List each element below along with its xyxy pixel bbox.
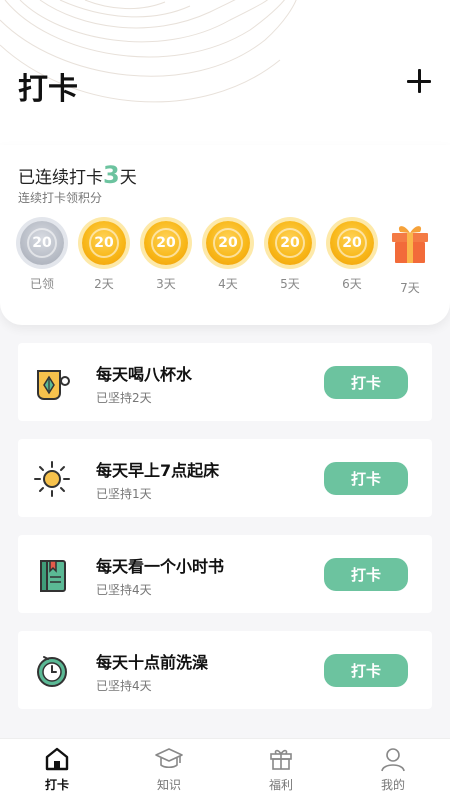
checkin-button[interactable]: 打卡 xyxy=(324,654,408,687)
task-streak: 已坚持4天 xyxy=(96,679,152,693)
coin-value: 20 xyxy=(218,235,238,251)
task-title: 每天十点前洗澡 xyxy=(96,653,209,672)
reward-day-7[interactable]: 7天 xyxy=(384,221,436,297)
checkin-button[interactable]: 打卡 xyxy=(324,462,408,495)
task-card: 每天看一个小时书 已坚持4天 打卡 xyxy=(18,535,432,613)
reward-label: 3天 xyxy=(156,277,176,291)
bottom-nav: 打卡 知识 福利 我的 xyxy=(0,738,450,800)
reward-day-4[interactable]: 20 4天 xyxy=(202,221,254,297)
reward-label: 已领 xyxy=(29,277,54,291)
task-streak: 已坚持1天 xyxy=(96,487,152,501)
task-title: 每天早上7点起床 xyxy=(96,461,220,480)
nav-label: 知识 xyxy=(156,778,181,792)
nav-item-knowledge[interactable]: 知识 xyxy=(139,745,199,799)
task-streak: 已坚持2天 xyxy=(96,391,152,405)
coin-value: 20 xyxy=(342,235,362,251)
streak-suffix: 天 xyxy=(119,168,137,188)
user-icon xyxy=(381,748,405,772)
coin-icon: 20 xyxy=(144,221,188,265)
streak-days: 3 xyxy=(103,161,120,189)
streak-prefix: 已连续打卡 xyxy=(18,168,103,188)
nav-item-profile[interactable]: 我的 xyxy=(363,745,423,799)
reward-label: 4天 xyxy=(218,277,238,291)
task-streak: 已坚持4天 xyxy=(96,583,152,597)
streak-subtitle: 连续打卡领积分 xyxy=(18,191,103,205)
reward-day-6[interactable]: 20 6天 xyxy=(326,221,378,297)
task-title: 每天喝八杯水 xyxy=(96,365,193,384)
checkin-button[interactable]: 打卡 xyxy=(324,558,408,591)
reward-day-3[interactable]: 20 3天 xyxy=(140,221,192,297)
nav-item-welfare[interactable]: 福利 xyxy=(251,745,311,799)
reward-label: 6天 xyxy=(342,277,362,291)
gift-icon xyxy=(392,226,428,263)
coin-icon: 20 xyxy=(82,221,126,265)
coin-icon: 20 xyxy=(330,221,374,265)
book-icon xyxy=(40,560,66,592)
task-card: 每天喝八杯水 已坚持2天 打卡 xyxy=(18,343,432,421)
nav-label: 我的 xyxy=(380,778,405,792)
coin-icon: 20 xyxy=(206,221,250,265)
clock-icon xyxy=(37,656,67,687)
nav-label: 打卡 xyxy=(44,778,69,792)
coin-value: 20 xyxy=(280,235,300,251)
streak-card: 已连续打卡3天 连续打卡领积分 20 已领 20 2天 20 3天 20 4天 … xyxy=(0,145,450,325)
coin-value: 20 xyxy=(156,235,176,251)
task-title: 每天看一个小时书 xyxy=(96,557,225,576)
cup-icon xyxy=(37,370,70,400)
streak-summary: 已连续打卡3天 xyxy=(18,161,137,189)
coin-icon: 20 xyxy=(268,221,312,265)
sun-icon xyxy=(34,461,70,497)
coin-value: 20 xyxy=(32,235,52,251)
task-card: 每天十点前洗澡 已坚持4天 打卡 xyxy=(18,631,432,709)
add-habit-button[interactable] xyxy=(404,66,434,96)
reward-row: 20 已领 20 2天 20 3天 20 4天 20 5天 20 6天 7天 xyxy=(16,221,436,297)
nav-item-checkin[interactable]: 打卡 xyxy=(27,745,87,799)
reward-day-1[interactable]: 20 已领 xyxy=(16,221,68,297)
page-title: 打卡 xyxy=(18,72,78,107)
home-icon xyxy=(45,747,69,771)
reward-label: 5天 xyxy=(280,277,300,291)
reward-label: 7天 xyxy=(400,281,420,295)
reward-label: 2天 xyxy=(94,277,114,291)
task-card: 每天早上7点起床 已坚持1天 打卡 xyxy=(18,439,432,517)
reward-day-5[interactable]: 20 5天 xyxy=(264,221,316,297)
coin-value: 20 xyxy=(94,235,114,251)
header: 打卡 xyxy=(0,0,450,150)
reward-day-2[interactable]: 20 2天 xyxy=(78,221,130,297)
gift-box-icon xyxy=(270,749,292,770)
graduation-cap-icon xyxy=(155,748,183,769)
checkin-button[interactable]: 打卡 xyxy=(324,366,408,399)
coin-icon: 20 xyxy=(20,221,64,265)
nav-label: 福利 xyxy=(268,778,293,792)
